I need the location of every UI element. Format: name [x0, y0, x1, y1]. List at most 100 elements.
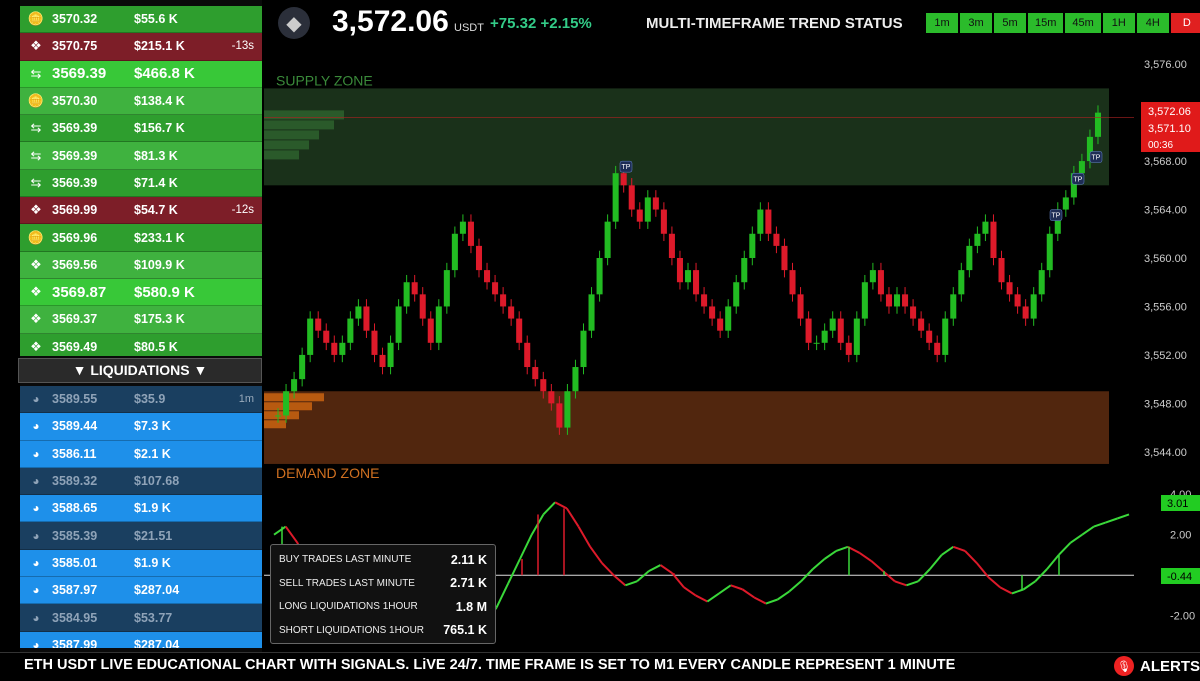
osc-bottom-value: -0.44 — [1167, 571, 1192, 583]
candle-body — [861, 282, 868, 319]
candle-body — [733, 282, 740, 307]
candle-body — [588, 294, 595, 331]
osc-tick-label: -2.00 — [1170, 611, 1195, 623]
candle-body — [918, 318, 925, 331]
price-tick-label: 3,564.00 — [1144, 205, 1187, 217]
candle-body — [427, 318, 434, 343]
volume-profile-bar — [264, 110, 344, 120]
candle-body — [443, 270, 450, 307]
candle-body — [307, 318, 314, 355]
candle-body — [757, 209, 764, 234]
volume-profile-bar — [264, 150, 299, 160]
candle-body — [564, 391, 571, 428]
timeframe-15m[interactable]: 15m — [1028, 13, 1064, 33]
trade-value: $466.8 K — [134, 65, 195, 83]
timeframe-3m[interactable]: 3m — [960, 13, 992, 33]
candle-body — [532, 367, 539, 380]
candle-countdown: 00:36 — [1148, 140, 1173, 151]
current-price: 3,572.06 — [332, 5, 449, 38]
swap-icon: ⇆ — [30, 65, 42, 81]
stat-row: SELL TRADES LAST MINUTE 2.71 K — [279, 572, 487, 596]
liquidation-value: $53.77 — [134, 610, 173, 625]
candle-body — [363, 306, 370, 331]
mtf-title: MULTI-TIMEFRAME TREND STATUS — [646, 15, 903, 32]
candle-body — [934, 342, 941, 355]
candle-body — [1046, 233, 1053, 271]
oscillator-segment — [964, 550, 978, 564]
trade-price: 3570.30 — [52, 94, 98, 109]
trade-stats-panel: BUY TRADES LAST MINUTE 2.11 K SELL TRADES … — [270, 544, 496, 644]
candle-body — [998, 258, 1005, 283]
osc-tick-label: 2.00 — [1170, 530, 1191, 542]
stat-row: LONG LIQUIDATIONS 1HOUR 1.8 M — [279, 595, 487, 619]
trade-row: ⇆ 3569.39 $71.4 K — [20, 169, 262, 198]
timeframe-1m[interactable]: 1m — [926, 13, 958, 33]
timeframe-1H[interactable]: 1H — [1102, 13, 1135, 33]
liquidations-header[interactable]: ▼ LIQUIDATIONS ▼ — [18, 358, 262, 383]
candle-body — [620, 173, 627, 186]
candle-body — [668, 233, 675, 258]
trade-value: $580.9 K — [134, 283, 195, 301]
volume-profile-bar — [264, 420, 286, 429]
take-profit-label: TP — [622, 164, 631, 171]
diamond-icon: ❖ — [30, 311, 42, 327]
candle-body — [966, 245, 973, 271]
last-price-value: 3,572.06 — [1148, 106, 1191, 118]
liquidation-feed: ◕ 3589.55 $35.9 1m ◕ 3589.44 $7.3 K ◕ 3586.11 $2.… — [20, 386, 262, 648]
liquidation-price: 3589.55 — [52, 392, 98, 407]
candle-body — [974, 233, 981, 246]
liquidation-price: 3586.11 — [52, 446, 97, 461]
oscillator-segment — [741, 588, 755, 599]
oscillator-segment — [823, 550, 837, 560]
stat-label: BUY TRADES LAST MINUTE — [279, 554, 412, 566]
liquidation-value: $107.68 — [134, 474, 180, 489]
stat-row: SHORT LIQUIDATIONS 1HOUR 765.1 K — [279, 619, 487, 643]
liquidation-price: 3588.65 — [52, 501, 98, 516]
trade-row: ❖ 3569.87 $580.9 K — [20, 278, 262, 307]
coin-icon: 🪙 — [27, 11, 45, 27]
diamond-icon: ❖ — [30, 38, 42, 54]
oscillator-segment — [1069, 533, 1083, 544]
liquidation-age: 1m — [238, 393, 254, 406]
candle-body — [484, 270, 491, 283]
candle-body — [596, 258, 603, 295]
oscillator-segment — [507, 558, 521, 584]
price-tick-label: 3,552.00 — [1144, 350, 1187, 362]
trade-row: 🪙 3569.96 $233.1 K — [20, 224, 262, 252]
candle-body — [1014, 294, 1021, 307]
timeframe-4H[interactable]: 4H — [1136, 13, 1169, 33]
alerts-button[interactable]: 🎙 ALERTS — [1114, 654, 1200, 678]
price-tick-label: 3,544.00 — [1144, 447, 1187, 459]
liquidation-row: ◕ 3585.01 $1.9 K — [20, 549, 262, 578]
candle-body — [508, 306, 515, 319]
oscillator-segment — [906, 580, 919, 587]
microphone-icon: 🎙 — [1114, 656, 1134, 676]
candle-body — [1038, 270, 1045, 295]
swap-icon: ⇆ — [30, 147, 42, 163]
liquidation-price: 3585.39 — [52, 528, 98, 543]
timeframe-45m[interactable]: 45m — [1065, 13, 1101, 33]
oscillator-segment — [753, 596, 767, 605]
candle-body — [982, 221, 989, 234]
liquidation-value: $21.51 — [134, 528, 173, 543]
timeframe-5m[interactable]: 5m — [994, 13, 1026, 33]
liquidation-row: ◕ 3589.55 $35.9 1m — [20, 386, 262, 414]
timeframe-D[interactable]: D — [1170, 13, 1200, 33]
oscillator-segment — [659, 564, 673, 574]
liquidation-price: 3589.44 — [52, 419, 98, 434]
candle-body — [805, 318, 812, 343]
candle-body — [813, 342, 820, 344]
candle-body — [355, 306, 362, 319]
volume-profile-bar — [264, 411, 299, 420]
trade-row: ⇆ 3569.39 $466.8 K — [20, 60, 262, 88]
trade-value: $71.4 K — [134, 175, 178, 190]
trade-price: 3569.37 — [52, 312, 98, 327]
oscillator-segment — [273, 525, 287, 536]
supply-zone-label: SUPPLY ZONE — [276, 72, 373, 88]
bear-icon: ◕ — [32, 583, 40, 598]
candle-body — [910, 306, 917, 319]
trade-price: 3569.39 — [52, 175, 98, 190]
stat-label: SHORT LIQUIDATIONS 1HOUR — [279, 624, 425, 636]
candle-body — [1022, 306, 1029, 319]
oscillator-segment — [648, 564, 661, 573]
